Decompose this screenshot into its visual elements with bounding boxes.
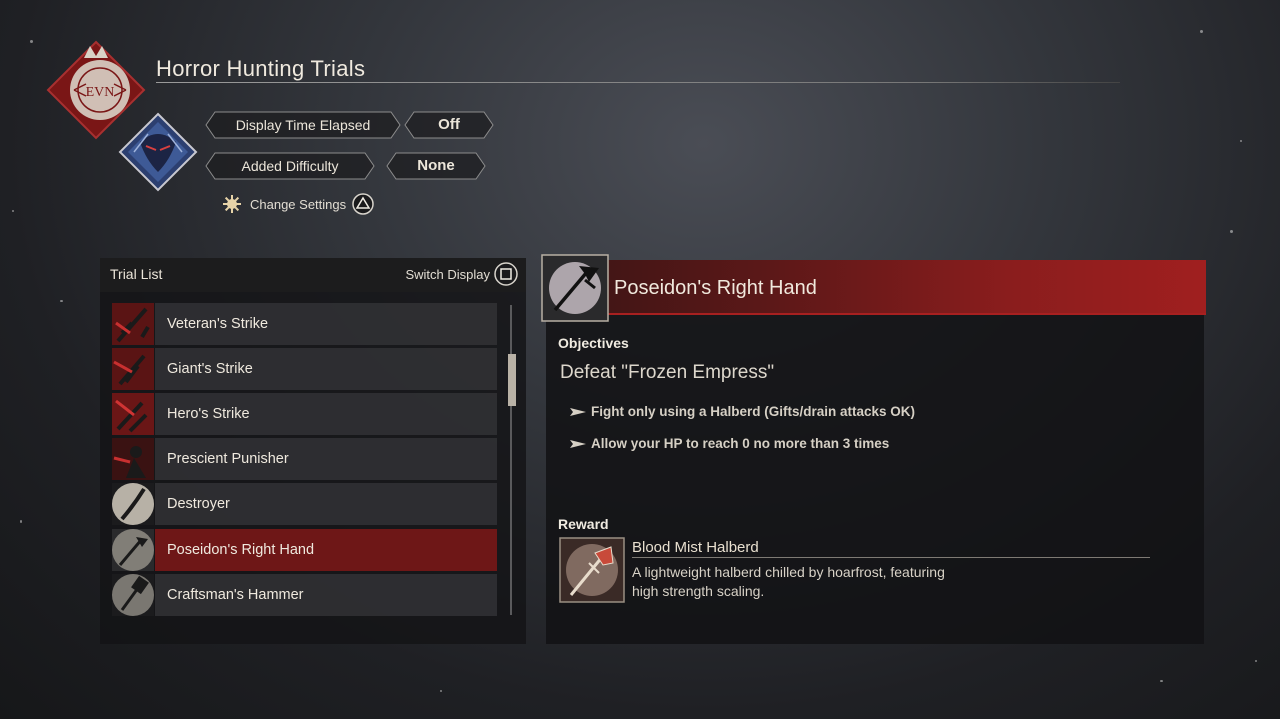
emblem-text: EVN (86, 85, 115, 100)
trial-item-heros-strike[interactable]: Hero's Strike (112, 393, 498, 435)
objective-item: Allow your HP to reach 0 no more than 3 … (570, 436, 889, 451)
trial-item-craftsmans-hammer[interactable]: Craftsman's Hammer (112, 574, 498, 616)
trial-list-scrollbar[interactable] (510, 305, 512, 615)
trial-item-giants-strike[interactable]: Giant's Strike (112, 348, 498, 390)
display-time-elapsed-label[interactable]: Display Time Elapsed (205, 111, 401, 139)
trial-detail-header-divider (546, 313, 1206, 315)
trial-item-label: Veteran's Strike (167, 316, 269, 332)
trial-list-header: Trial List Switch Display (100, 258, 526, 292)
objective-item-text: Fight only using a Halberd (Gifts/drain … (591, 404, 916, 419)
square-button-icon (494, 262, 518, 286)
trial-list-scroll-thumb[interactable] (508, 354, 516, 406)
trial-item-label: Craftsman's Hammer (167, 587, 304, 603)
halberd-icon (112, 529, 154, 571)
sword-slash-icon (112, 303, 154, 345)
switch-display-button[interactable]: Switch Display (405, 262, 518, 286)
title-divider (156, 82, 1120, 83)
background-speck (12, 210, 14, 212)
hammer-icon (112, 574, 154, 616)
added-difficulty-value-text: None (417, 157, 455, 174)
change-settings-button[interactable]: Change Settings (222, 192, 374, 216)
pointer-arrow-icon (570, 439, 586, 448)
background-speck (1160, 680, 1163, 682)
punisher-figure-icon (112, 438, 154, 480)
trial-item-label: Poseidon's Right Hand (167, 542, 315, 558)
objective-item-text: Allow your HP to reach 0 no more than 3 … (591, 436, 890, 451)
trial-list-title: Trial List (110, 266, 163, 282)
added-difficulty-label[interactable]: Added Difficulty (205, 152, 375, 180)
trial-item-label: Destroyer (167, 496, 230, 512)
trial-item-label: Hero's Strike (167, 406, 250, 422)
objective-item: Fight only using a Halberd (Gifts/drain … (570, 404, 915, 419)
trial-detail-title: Poseidon's Right Hand (614, 277, 817, 299)
trial-item-poseidons-right-hand[interactable]: Poseidon's Right Hand (112, 529, 498, 571)
background-speck (1230, 230, 1233, 233)
display-time-elapsed-value-text: Off (438, 116, 460, 133)
pointer-arrow-icon (570, 407, 586, 416)
greatsword-icon (112, 483, 154, 525)
display-time-elapsed-value[interactable]: Off (404, 111, 494, 139)
background-speck (20, 520, 22, 523)
sword-slash-icon (112, 393, 154, 435)
display-time-elapsed-text: Display Time Elapsed (235, 117, 371, 133)
trial-item-label: Giant's Strike (167, 361, 253, 377)
switch-display-label: Switch Display (405, 266, 490, 282)
background-speck (1240, 140, 1242, 142)
change-settings-label: Change Settings (250, 196, 347, 212)
triangle-button-icon (352, 193, 374, 215)
reward-heading: Reward (558, 516, 609, 532)
halberd-icon (541, 254, 609, 322)
objective-main: Defeat "Frozen Empress" (560, 362, 775, 383)
added-difficulty-text: Added Difficulty (241, 158, 339, 174)
character-portrait-icon (118, 112, 198, 192)
background-speck (60, 300, 63, 302)
background-speck (440, 690, 442, 692)
reward-divider (632, 557, 1150, 558)
background-speck (1255, 660, 1257, 662)
background-speck (30, 40, 33, 43)
gear-icon (223, 195, 241, 213)
trial-item-label: Prescient Punisher (167, 451, 289, 467)
background-speck (1200, 30, 1203, 33)
added-difficulty-value[interactable]: None (386, 152, 486, 180)
blood-mist-halberd-icon (559, 537, 625, 603)
reward-description: A lightweight halberd chilled by hoarfro… (632, 564, 945, 599)
sword-slash-icon (112, 348, 154, 390)
reward-name: Blood Mist Halberd (632, 539, 759, 556)
trial-item-veterans-strike[interactable]: Veteran's Strike (112, 303, 498, 345)
page-title: Horror Hunting Trials (156, 56, 366, 81)
objectives-heading: Objectives (558, 335, 629, 351)
trial-item-destroyer[interactable]: Destroyer (112, 483, 498, 525)
trial-item-prescient-punisher[interactable]: Prescient Punisher (112, 438, 498, 480)
